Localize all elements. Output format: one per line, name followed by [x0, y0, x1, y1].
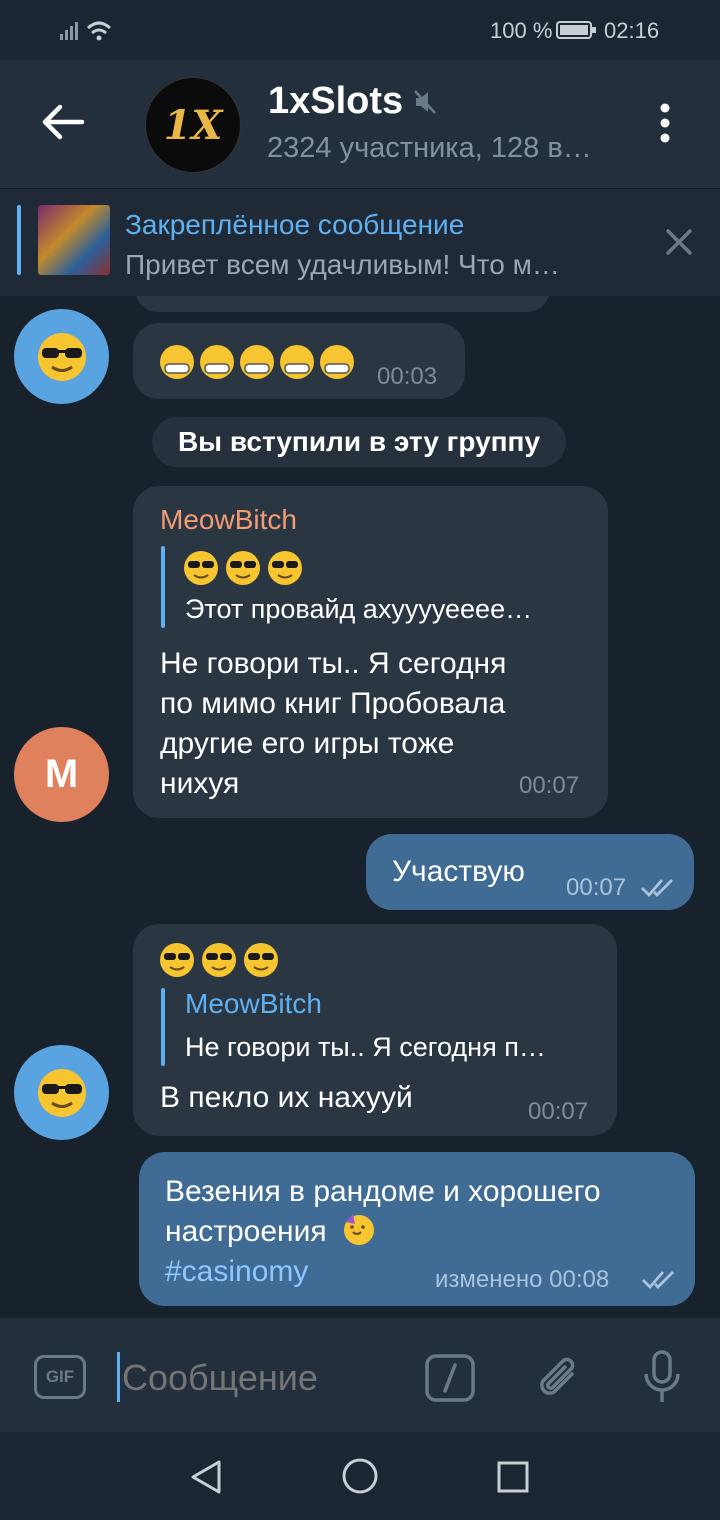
- message-bubble-outgoing[interactable]: Везения в рандоме и хорошего настроения …: [139, 1152, 695, 1306]
- mic-icon[interactable]: [642, 1350, 682, 1406]
- avatar-logo-text: 1X: [163, 101, 223, 149]
- group-title[interactable]: 1xSlots: [268, 80, 403, 123]
- pinned-title: Закреплённое сообщение: [125, 209, 465, 240]
- clock: 02:16: [604, 18, 660, 43]
- message-bubble-cut[interactable]: [135, 296, 550, 312]
- double-check-icon: [641, 879, 673, 898]
- back-arrow-icon[interactable]: [40, 102, 86, 142]
- sunglasses-emoji-row-icon: [184, 551, 302, 585]
- attach-icon[interactable]: [534, 1352, 584, 1404]
- sunglasses-emoji-icon: [37, 332, 86, 381]
- service-message-text: Вы вступили в эту группу: [177, 426, 541, 457]
- avatar[interactable]: [14, 1045, 109, 1140]
- avatar[interactable]: M: [14, 727, 109, 822]
- reply-bar: [161, 546, 165, 628]
- reply-text: Не говори ты.. Я сегодня п…: [185, 1032, 546, 1062]
- avatar[interactable]: [14, 309, 109, 404]
- sunglasses-emoji-row-icon: [160, 943, 278, 977]
- message-line: Везения в рандоме и хорошего: [165, 1175, 601, 1208]
- message-time: 00:03: [377, 363, 438, 390]
- double-check-icon: [642, 1271, 674, 1290]
- message-input[interactable]: [120, 1348, 414, 1408]
- message-bubble[interactable]: MeowBitch Этот провайд ахууууееее… Не го…: [133, 486, 608, 818]
- group-subtitle: 2324 участника, 128 в…: [267, 132, 592, 164]
- nav-recent-icon[interactable]: [496, 1460, 530, 1494]
- battery-percent: 100 %: [490, 18, 553, 43]
- sunglasses-emoji-icon: [37, 1068, 86, 1117]
- pinned-thumbnail: [38, 205, 110, 275]
- message-bubble[interactable]: MeowBitch Не говори ты.. Я сегодня п… В …: [133, 924, 617, 1136]
- message-time: 00:07: [528, 1098, 589, 1125]
- message-line: настроения: [165, 1215, 327, 1248]
- message-bubble[interactable]: 00:03: [133, 323, 465, 399]
- chat-header: 1X 1xSlots 2324 участника, 128 в…: [0, 60, 720, 188]
- group-avatar[interactable]: 1X: [145, 77, 241, 173]
- signal-wifi-icon: [60, 21, 112, 41]
- gif-icon[interactable]: GIF: [34, 1355, 86, 1399]
- message-line: другие его игры тоже: [160, 727, 455, 760]
- gif-label: GIF: [45, 1367, 75, 1386]
- mute-icon: [414, 90, 436, 114]
- reply-bar: [161, 988, 165, 1066]
- message-text: В пекло их нахууй: [160, 1081, 413, 1114]
- avatar-letter: M: [44, 752, 79, 796]
- message-time: 00:07: [566, 874, 627, 901]
- message-time: 00:07: [519, 772, 580, 799]
- system-nav-bar: [0, 1432, 720, 1520]
- nav-home-icon[interactable]: [341, 1457, 379, 1495]
- close-icon[interactable]: [664, 227, 694, 257]
- service-message: Вы вступили в эту группу: [152, 417, 566, 467]
- message-input-bar: GIF: [0, 1318, 720, 1432]
- pinned-accent-bar: [17, 205, 21, 275]
- message-list[interactable]: 00:03 Вы вступили в эту группу MeowBitch…: [0, 296, 720, 1318]
- reply-text: Этот провайд ахууууееее…: [185, 594, 533, 624]
- command-icon[interactable]: [424, 1353, 476, 1403]
- message-edited-time: изменено 00:08: [435, 1266, 610, 1293]
- status-bar: 100 % 02:16: [0, 0, 720, 60]
- pinned-message-bar[interactable]: Закреплённое сообщение Привет всем удачл…: [0, 188, 720, 297]
- nav-back-icon[interactable]: [188, 1458, 224, 1496]
- battery-icon: [556, 21, 596, 39]
- pinned-preview: Привет всем удачливым! Что м…: [125, 249, 560, 280]
- message-bubble-outgoing[interactable]: Участвую 00:07: [366, 834, 694, 910]
- message-line: по мимо книг Пробовала: [160, 687, 506, 720]
- grimacing-emoji-row-icon: [160, 345, 354, 379]
- message-text: Участвую: [392, 855, 525, 888]
- party-face-emoji-icon: [343, 1214, 374, 1245]
- more-icon[interactable]: [655, 100, 675, 146]
- message-author[interactable]: MeowBitch: [160, 504, 297, 536]
- reply-author: MeowBitch: [185, 988, 322, 1019]
- message-line: Не говори ты.. Я сегодня: [160, 647, 507, 680]
